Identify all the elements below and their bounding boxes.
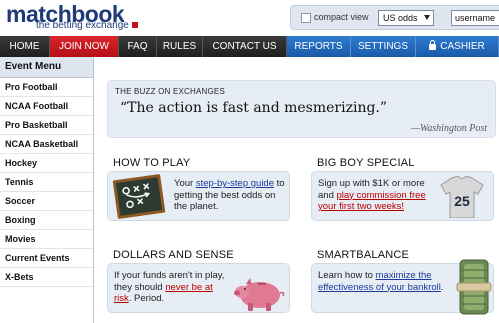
compact-view-checkbox[interactable]	[301, 13, 311, 23]
logo-square-icon	[131, 22, 138, 28]
nav-contact-us[interactable]: CONTACT US	[203, 36, 287, 57]
sidebar-item-movies[interactable]: Movies	[0, 230, 93, 249]
sidebar-item-x-bets[interactable]: X-Bets	[0, 268, 93, 287]
sidebar-item-pro-basketball[interactable]: Pro Basketball	[0, 116, 93, 135]
how-to-play-card: Your step-by-step guide to getting the b…	[107, 171, 290, 221]
sidebar-item-soccer[interactable]: Soccer	[0, 192, 93, 211]
buzz-source: —Washington Post	[410, 123, 487, 134]
step-by-step-guide-link[interactable]: step-by-step guide	[196, 178, 274, 189]
nav-faq[interactable]: FAQ	[119, 36, 157, 57]
piggy-bank-icon	[234, 278, 285, 311]
sidebar-title: Event Menu	[0, 57, 93, 78]
big-boy-title: BIG BOY SPECIAL	[317, 157, 415, 169]
header: matchbook the betting exchange compact v…	[0, 0, 499, 36]
sidebar-item-hockey[interactable]: Hockey	[0, 154, 93, 173]
nav-settings[interactable]: SETTINGS	[351, 36, 416, 57]
chevron-down-icon	[424, 15, 430, 20]
nav-rules[interactable]: RULES	[157, 36, 203, 57]
buzz-quote: “The action is fast and mesmerizing.”	[120, 100, 388, 116]
odds-format-select[interactable]: US odds	[378, 10, 434, 26]
odds-format-value: US odds	[383, 13, 418, 23]
nav-cashier[interactable]: CASHIER	[416, 36, 499, 57]
big-boy-text: Sign up with $1K or more and play commis…	[318, 178, 438, 213]
smartbalance-title: SMARTBALANCE	[317, 249, 410, 261]
compact-view-label: compact view	[314, 12, 369, 22]
nav-join-now[interactable]: JOIN NOW	[50, 36, 119, 57]
dollars-text-b: . Period.	[128, 293, 165, 304]
lock-icon	[429, 40, 437, 50]
sidebar-item-current-events[interactable]: Current Events	[0, 249, 93, 268]
smartbalance-text-a: Learn how to	[318, 270, 376, 281]
buzz-label: THE BUZZ ON EXCHANGES	[115, 87, 225, 96]
sidebar-item-ncaa-football[interactable]: NCAA Football	[0, 97, 93, 116]
dollars-title: DOLLARS AND SENSE	[113, 249, 234, 261]
how-to-play-title: HOW TO PLAY	[113, 157, 191, 169]
sidebar-item-pro-football[interactable]: Pro Football	[0, 78, 93, 97]
smartbalance-text-b: .	[440, 281, 444, 293]
main-content: THE BUZZ ON EXCHANGES “The action is fas…	[95, 57, 499, 323]
jersey-number: 25	[454, 193, 470, 209]
tagline: the betting exchange	[36, 20, 138, 31]
main-nav: HOME JOIN NOW FAQ RULES CONTACT US REPOR…	[0, 36, 499, 57]
username-input[interactable]: username	[451, 10, 499, 26]
chalkboard-icon	[112, 174, 166, 219]
big-boy-card: Sign up with $1K or more and play commis…	[311, 171, 494, 221]
top-controls: compact view US odds username	[290, 5, 499, 30]
smartbalance-card: Learn how to maximize the effectiveness …	[311, 259, 494, 315]
nav-home[interactable]: HOME	[0, 36, 50, 57]
nav-reports[interactable]: REPORTS	[287, 36, 351, 57]
tagline-text: the betting exchange	[36, 20, 129, 31]
smartbalance-text: Learn how to maximize the effectiveness …	[318, 270, 446, 293]
sidebar: Event Menu Pro Football NCAA Football Pr…	[0, 57, 94, 323]
jersey-icon: 25	[440, 176, 484, 218]
sidebar-item-boxing[interactable]: Boxing	[0, 211, 93, 230]
nav-cashier-label: CASHIER	[440, 41, 485, 52]
how-to-play-text-a: Your	[174, 178, 196, 189]
dollars-card: If your funds aren't in play, they shoul…	[107, 263, 290, 313]
buzz-panel: THE BUZZ ON EXCHANGES “The action is fas…	[107, 80, 496, 138]
sidebar-item-tennis[interactable]: Tennis	[0, 173, 93, 192]
sidebar-item-ncaa-basketball[interactable]: NCAA Basketball	[0, 135, 93, 154]
how-to-play-text: Your step-by-step guide to getting the b…	[174, 178, 286, 213]
money-stack-icon	[456, 259, 492, 315]
dollars-text: If your funds aren't in play, they shoul…	[114, 270, 230, 305]
